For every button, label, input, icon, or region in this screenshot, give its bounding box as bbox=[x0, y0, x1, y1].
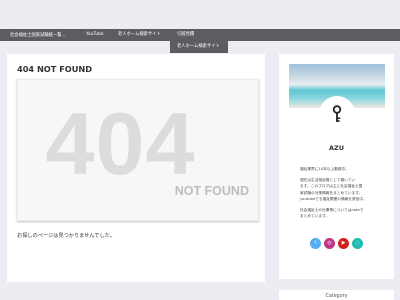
avatar bbox=[319, 96, 355, 132]
social-links: t ◎ ▶ ◌ bbox=[310, 238, 366, 249]
top-header bbox=[0, 0, 400, 29]
twitter-icon[interactable]: t bbox=[310, 238, 321, 249]
dropdown-item-nursing-home-search[interactable]: 老人ホーム検索サイト bbox=[170, 41, 228, 53]
global-nav: 社会福祉士国家試験統一覧⌄ YouTube 老人ホーム検索サイト 引越見積 bbox=[0, 29, 400, 41]
category-widget: Category bbox=[279, 290, 394, 300]
not-found-image: 404 NOT FOUND bbox=[17, 79, 259, 221]
nav-item-nursing-home-search[interactable]: 老人ホーム検索サイト bbox=[118, 29, 161, 41]
profile-bio: 福祉業界に10年以上勤務中。 現在は生活相談員として働いてい ます。このブログは… bbox=[300, 166, 388, 219]
page-title: 404 NOT FOUND bbox=[17, 64, 93, 74]
nav-item-label: 老人ホーム検索サイト bbox=[118, 32, 161, 37]
nav-item-label: YouTube bbox=[86, 32, 104, 37]
profile-widget: AZU 福祉業界に10年以上勤務中。 現在は生活相談員として働いてい ます。この… bbox=[279, 54, 394, 279]
nav-item-label: 社会福祉士国家試験統一覧 bbox=[10, 33, 62, 38]
widget-title: Category bbox=[325, 294, 348, 299]
key-icon bbox=[332, 105, 342, 122]
youtube-icon[interactable]: ▶ bbox=[338, 238, 349, 249]
bio-line: youtubeでも福祉関連の情報を発信中。 bbox=[300, 196, 367, 201]
error-code: 404 bbox=[45, 94, 196, 193]
nav-item-exam-list[interactable]: 社会福祉士国家試験統一覧⌄ bbox=[10, 29, 66, 41]
bio-line: 福祉業界に10年以上勤務中。 bbox=[300, 167, 349, 171]
nav-dropdown-menu: 老人ホーム検索サイト bbox=[170, 41, 228, 53]
instagram-icon[interactable]: ◎ bbox=[324, 238, 335, 249]
line-icon[interactable]: ◌ bbox=[352, 238, 363, 249]
nav-item-label: 引越見積 bbox=[177, 32, 195, 37]
nav-item-moving-estimate[interactable]: 引越見積 bbox=[177, 29, 194, 41]
bio-line: まとめています。 bbox=[300, 214, 330, 219]
error-text: NOT FOUND bbox=[174, 184, 249, 198]
not-found-message: お探しのページは見つかりませんでした。 bbox=[17, 233, 116, 239]
chevron-down-icon: ⌄ bbox=[62, 33, 66, 37]
main-content: 404 NOT FOUND 404 NOT FOUND お探しのページは見つかり… bbox=[7, 54, 265, 282]
nav-item-youtube[interactable]: YouTube bbox=[86, 29, 103, 41]
profile-name: AZU bbox=[328, 144, 345, 152]
